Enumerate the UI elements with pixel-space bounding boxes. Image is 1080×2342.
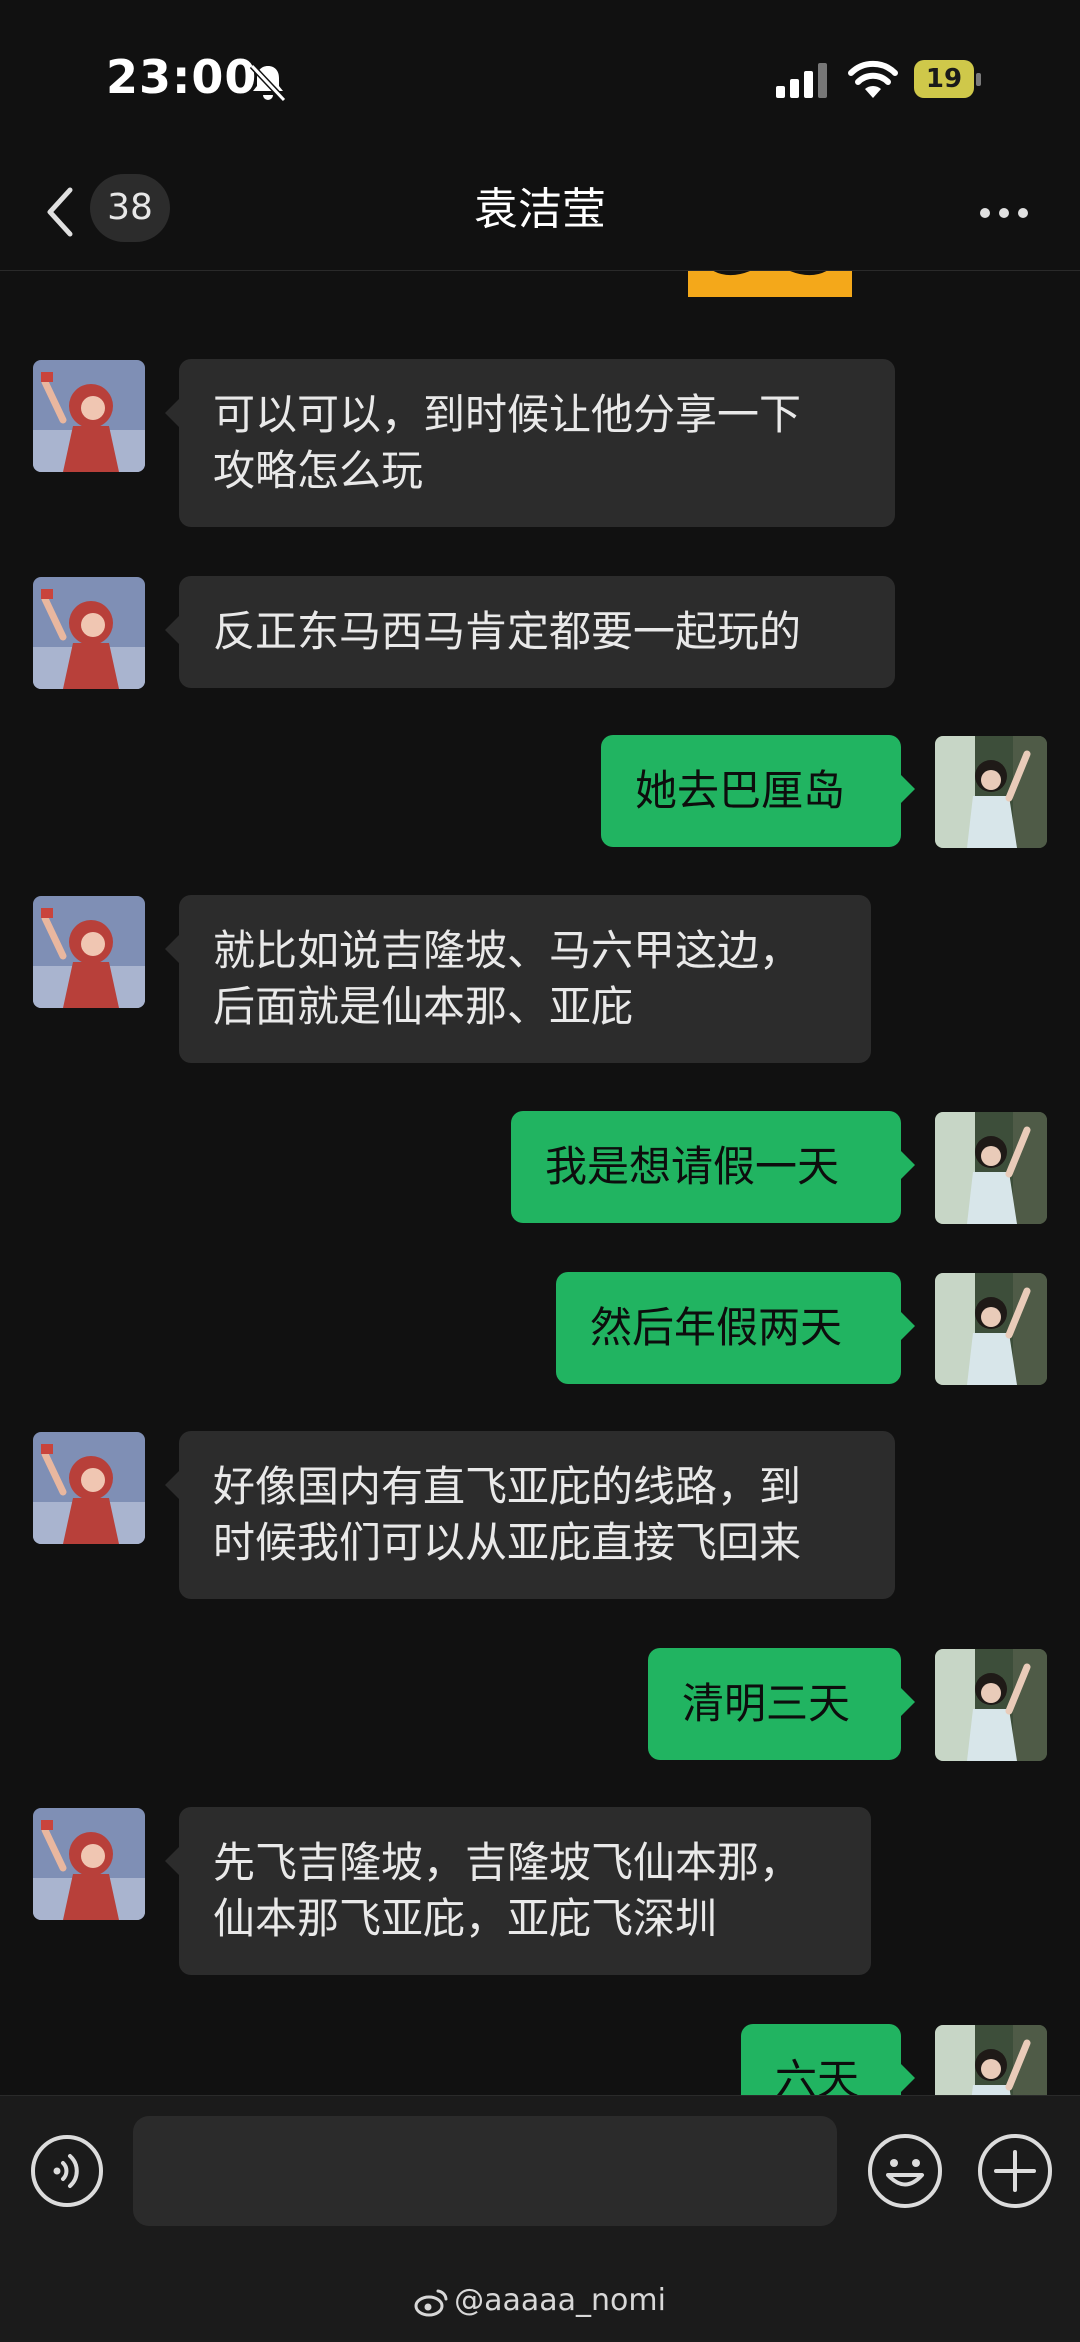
contact-avatar[interactable] (33, 1432, 145, 1544)
battery-level: 19 (925, 64, 963, 94)
battery-indicator: 19 (914, 60, 984, 100)
message-text-line: 她去巴厘岛 (635, 766, 846, 815)
message-input[interactable] (133, 2116, 837, 2226)
watermark: @aaaaa_nomi (0, 2283, 1080, 2318)
chat-title: 袁洁莹 (474, 184, 606, 235)
message-text-line: 我是想请假一天 (545, 1142, 840, 1191)
my-avatar[interactable] (935, 1112, 1047, 1224)
contact-avatar[interactable] (33, 1808, 145, 1920)
message-text-line: 时候我们可以从亚庇直接飞回来 (213, 1518, 802, 1567)
message-text-line: 可以可以，到时候让他分享一下 (213, 390, 802, 439)
message-text-line: 反正东马西马肯定都要一起玩的 (213, 607, 802, 656)
cellular-signal-icon (776, 63, 827, 98)
message-list[interactable]: 可以可以，到时候让他分享一下 攻略怎么玩反正东马西马肯定都要一起玩的她去巴厘岛就比… (0, 271, 1080, 2095)
outgoing-message-bubble[interactable]: 六天 (741, 2024, 915, 2095)
message-text-line: 后面就是仙本那、亚庇 (213, 982, 634, 1031)
message-text-line: 仙本那飞亚庇，亚庇飞深圳 (213, 1894, 718, 1943)
weibo-logo-icon (414, 2289, 448, 2316)
my-avatar[interactable] (935, 1649, 1047, 1761)
status-time: 23:00 (106, 50, 258, 104)
outgoing-message-bubble[interactable]: 她去巴厘岛 (601, 735, 915, 847)
chat-header: 38 袁洁莹 (0, 160, 1080, 271)
outgoing-message-bubble[interactable]: 我是想请假一天 (511, 1111, 915, 1223)
sticker-image (688, 271, 852, 297)
contact-avatar[interactable] (33, 896, 145, 1008)
contact-avatar[interactable] (33, 360, 145, 472)
more-options-icon[interactable] (974, 200, 1034, 230)
incoming-message-bubble[interactable]: 可以可以，到时候让他分享一下 攻略怎么玩 (165, 359, 895, 527)
outgoing-message-bubble[interactable]: 然后年假两天 (556, 1272, 915, 1384)
message-text-line: 就比如说吉隆坡、马六甲这边， (213, 926, 802, 975)
wifi-icon (848, 60, 898, 98)
message-text-line: 然后年假两天 (590, 1303, 843, 1352)
incoming-message-bubble[interactable]: 好像国内有直飞亚庇的线路，到 时候我们可以从亚庇直接飞回来 (165, 1431, 895, 1599)
message-text-line: 六天 (775, 2055, 860, 2095)
contact-avatar[interactable] (33, 577, 145, 689)
input-bar: @aaaaa_nomi (0, 2095, 1080, 2342)
my-avatar[interactable] (935, 1273, 1047, 1385)
message-text-line: 攻略怎么玩 (213, 446, 424, 495)
add-icon[interactable] (976, 2132, 1054, 2210)
my-avatar[interactable] (935, 2025, 1047, 2095)
status-bar: 23:00 19 (0, 0, 1080, 160)
message-text-line: 清明三天 (682, 1679, 851, 1728)
incoming-message-bubble[interactable]: 反正东马西马肯定都要一起玩的 (165, 576, 895, 688)
watermark-text: @aaaaa_nomi (454, 2283, 666, 2318)
voice-input-icon[interactable] (30, 2134, 104, 2208)
incoming-message-bubble[interactable]: 先飞吉隆坡，吉隆坡飞仙本那， 仙本那飞亚庇，亚庇飞深圳 (165, 1807, 871, 1975)
message-text-line: 先飞吉隆坡，吉隆坡飞仙本那， (213, 1838, 802, 1887)
outgoing-message-bubble[interactable]: 清明三天 (648, 1648, 915, 1760)
my-avatar[interactable] (935, 736, 1047, 848)
message-text-line: 好像国内有直飞亚庇的线路，到 (213, 1462, 802, 1511)
emoji-icon[interactable] (866, 2132, 944, 2210)
mute-bell-icon (249, 63, 287, 103)
incoming-message-bubble[interactable]: 就比如说吉隆坡、马六甲这边， 后面就是仙本那、亚庇 (165, 895, 871, 1063)
